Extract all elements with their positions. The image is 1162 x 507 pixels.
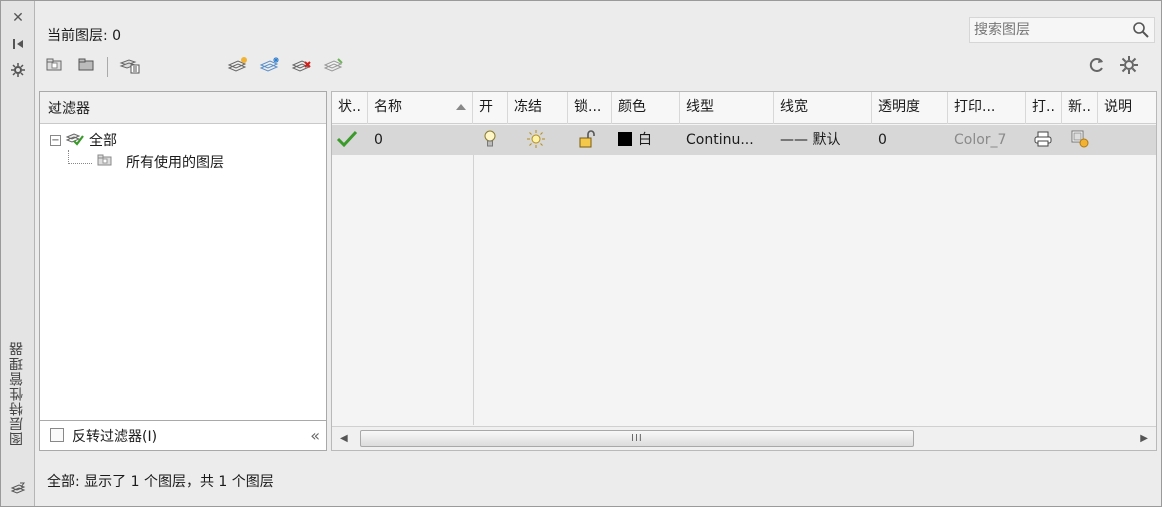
invert-filter-label: 反转过滤器(I)	[72, 429, 158, 445]
settings-gear-icon[interactable]	[1119, 55, 1141, 77]
layer-lineweight[interactable]: —— 默认	[774, 125, 872, 155]
properties-icon[interactable]	[9, 63, 27, 81]
col-plot-style[interactable]: 打印...	[948, 92, 1026, 124]
color-swatch	[618, 132, 632, 146]
refresh-icon[interactable]	[1087, 55, 1109, 77]
palette-title: 图层特性管理器	[9, 341, 25, 446]
current-layer-check-icon	[332, 125, 368, 155]
horizontal-scrollbar[interactable]: ◀ III ▶	[332, 426, 1156, 450]
scroll-right-arrow-icon[interactable]: ▶	[1140, 433, 1148, 444]
palette-strip: ✕ 图层特性管理器	[1, 1, 35, 506]
layer-color-label: 白	[638, 132, 652, 148]
collapse-filter-pane-bottom-icon[interactable]: «	[310, 426, 320, 445]
unlocked-padlock-icon[interactable]	[568, 125, 612, 155]
layer-list-table: 状.. 名称 开 冻结 锁... 颜色 线型 线宽 透明度 打印... 打.. …	[331, 91, 1157, 451]
tree-node-all[interactable]: − 全部	[50, 130, 117, 150]
delete-layer-icon[interactable]	[291, 55, 313, 77]
set-current-icon[interactable]	[323, 55, 345, 77]
scroll-left-arrow-icon[interactable]: ◀	[340, 433, 348, 444]
tree-label-used-layers: 所有使用的图层	[126, 155, 224, 171]
col-description[interactable]: 说明	[1098, 92, 1156, 124]
tree-node-used-layers[interactable]: 所有使用的图层	[96, 152, 224, 172]
col-freeze[interactable]: 冻结	[508, 92, 568, 124]
sun-thawed-icon[interactable]	[508, 125, 568, 155]
col-status[interactable]: 状..	[332, 92, 368, 124]
bulb-on-icon[interactable]	[473, 125, 508, 155]
search-icon[interactable]	[1132, 21, 1150, 39]
printer-icon[interactable]	[1026, 125, 1062, 155]
auto-hide-icon[interactable]	[9, 37, 27, 55]
col-linetype[interactable]: 线型	[680, 92, 774, 124]
close-icon[interactable]: ✕	[9, 9, 27, 27]
layer-states-manager-icon[interactable]	[119, 55, 141, 77]
used-layers-filter-icon	[96, 152, 114, 172]
col-name-label: 名称	[374, 99, 402, 115]
new-layer-vp-frozen-icon[interactable]	[259, 55, 281, 77]
tree-collapse-toggle[interactable]: −	[50, 134, 61, 146]
layer-color[interactable]: 白	[612, 125, 680, 155]
col-lineweight[interactable]: 线宽	[774, 92, 872, 124]
layers-icon	[9, 481, 27, 499]
scrollbar-thumb[interactable]: III	[360, 430, 914, 447]
current-layer-label: 当前图层: 0	[47, 28, 122, 44]
layer-manager-window: ✕ 图层特性管理器 当前图层: 0 搜索图层 过滤器 « − 全部 所有使用的图…	[0, 0, 1162, 507]
status-bar-text: 全部: 显示了 1 个图层，共 1 个图层	[47, 474, 274, 490]
search-layers-box	[969, 17, 1155, 43]
invert-filter-checkbox[interactable]	[50, 428, 64, 442]
col-transparency[interactable]: 透明度	[872, 92, 948, 124]
new-layer-icon[interactable]	[227, 55, 249, 77]
all-layers-filter-icon	[65, 129, 85, 151]
table-row[interactable]: 0 白 Continu... —— 默认 0 Color_7	[332, 125, 1156, 155]
filter-pane-header: 过滤器 «	[40, 92, 326, 124]
filter-pane-footer: 反转过滤器(I) «	[40, 420, 326, 450]
col-new-vp-freeze[interactable]: 新..	[1062, 92, 1098, 124]
column-divider	[473, 155, 474, 425]
col-name[interactable]: 名称	[368, 92, 473, 124]
col-plot[interactable]: 打..	[1026, 92, 1062, 124]
filter-tree-pane: 过滤器 « − 全部 所有使用的图层 反转过滤器(I) «	[39, 91, 327, 451]
layer-plot-style[interactable]: Color_7	[948, 125, 1026, 155]
layer-transparency[interactable]: 0	[872, 125, 948, 155]
col-on[interactable]: 开	[473, 92, 508, 124]
col-color[interactable]: 颜色	[612, 92, 680, 124]
collapse-filter-pane-icon[interactable]: «	[48, 98, 320, 117]
new-group-filter-icon[interactable]	[77, 55, 99, 77]
table-header: 状.. 名称 开 冻结 锁... 颜色 线型 线宽 透明度 打印... 打.. …	[332, 92, 1156, 124]
new-vp-freeze-icon[interactable]	[1062, 125, 1098, 155]
layer-linetype[interactable]: Continu...	[680, 125, 774, 155]
tree-label-all: 全部	[89, 133, 117, 149]
scrollbar-grip: III	[631, 433, 643, 444]
new-property-filter-icon[interactable]	[45, 55, 67, 77]
search-layers-input[interactable]	[972, 20, 1122, 40]
col-lock[interactable]: 锁...	[568, 92, 612, 124]
layer-name[interactable]: 0	[368, 125, 473, 155]
sort-ascending-icon	[456, 104, 466, 110]
